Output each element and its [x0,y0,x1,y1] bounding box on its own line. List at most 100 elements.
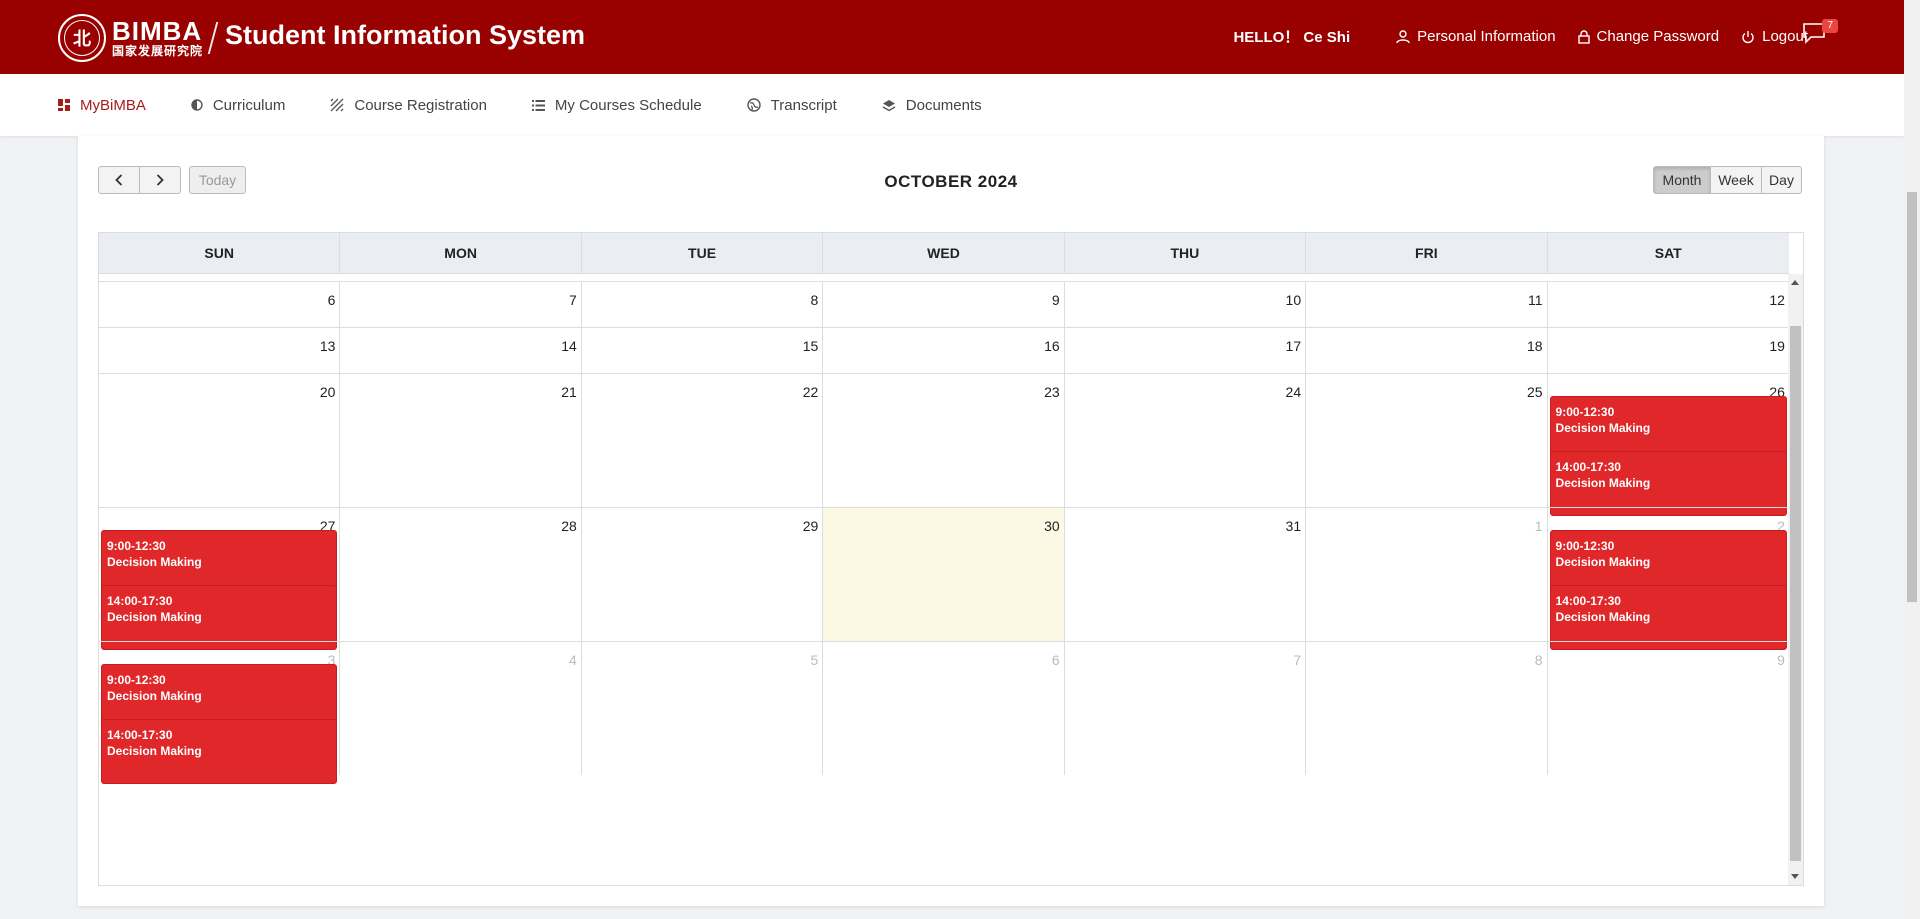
day-cell[interactable]: 16 [823,328,1065,373]
day-number: 28 [561,518,577,534]
day-cell[interactable]: 3 9:00-12:30 Decision Making 14:00-17:30 Dec… [99,642,341,784]
day-number: 19 [1769,338,1785,354]
week-row: 20 21 22 23 24 25 26 9:00-12:30 Decision Making 1… [99,373,1789,516]
nav-documents[interactable]: Documents [882,97,982,114]
dashboard-icon [58,99,70,111]
day-cell[interactable]: 20 [99,374,341,507]
day-number: 6 [327,292,336,308]
day-number: 10 [1285,292,1302,308]
day-cell[interactable]: 7 [1065,642,1307,775]
day-cell[interactable]: 7 [340,282,582,327]
month-grid: SUN MON TUE WED THU FRI SAT 6 7 8 9 10 11 12 13… [98,232,1804,886]
day-cell[interactable]: 18 [1306,328,1548,373]
day-number: 1 [1534,518,1543,534]
day-cell[interactable]: 30 [823,508,1065,641]
day-number: 12 [1769,292,1785,308]
day-cell[interactable]: 27 9:00-12:30 Decision Making 14:00-17:30 De… [99,508,341,650]
day-number: 13 [319,338,336,354]
brand-chinese-name: 国家发展研究院 [112,44,204,58]
day-cell[interactable]: 6 [823,642,1065,775]
day-cell[interactable]: 25 [1306,374,1548,507]
day-number: 14 [561,338,577,354]
event-title: Decision Making [1555,555,1651,569]
logout-link[interactable]: Logout [1741,28,1808,45]
dow-thu: THU [1065,233,1307,273]
nav-transcript[interactable]: Transcript [746,96,837,114]
dow-sun: SUN [99,233,341,273]
day-cell[interactable]: 24 [1065,374,1307,507]
nav-label: Curriculum [212,96,286,114]
day-number: 8 [810,292,819,308]
day-cell[interactable]: 6 [99,282,341,327]
day-cell[interactable]: 14 [340,328,582,373]
dow-tue: TUE [582,233,824,273]
day-cell[interactable]: 15 [582,328,824,373]
day-number: 17 [1285,338,1302,354]
calendar-scroll-thumb[interactable] [1790,326,1801,861]
day-cell[interactable]: 2 9:00-12:30 Decision Making 14:00-17:30 Dec… [1548,508,1789,650]
day-cell[interactable]: 19 [1548,328,1789,373]
day-number: 25 [1526,384,1543,400]
day-cell[interactable]: 1 [1306,508,1548,641]
day-number: 9 [1051,292,1060,308]
day-cell[interactable]: 26 9:00-12:30 Decision Making 14:00-17:30 De… [1548,374,1789,516]
day-cell[interactable]: 21 [340,374,582,507]
event-title: Decision Making [107,689,202,703]
day-number: 4 [569,652,577,668]
event-title: Decision Making [1555,476,1651,490]
day-number: 30 [1044,518,1060,534]
day-cell[interactable]: 29 [582,508,824,641]
scroll-down-arrow[interactable] [1791,874,1799,879]
day-number: 31 [1285,518,1302,534]
scroll-up-arrow[interactable] [1791,280,1799,285]
page-scroll-thumb[interactable] [1907,192,1917,602]
change-password-label: Change Password [1596,28,1720,45]
day-cell[interactable]: 31 [1065,508,1307,641]
day-cell[interactable]: 17 [1065,328,1307,373]
week-view-button[interactable]: Week [1710,166,1762,194]
top-header: 北 BIMBA 国家发展研究院 Student Information Syst… [0,0,1904,74]
week-row: 13 14 15 16 17 18 19 [99,327,1789,373]
day-cell[interactable]: 22 [582,374,824,507]
nav-curriculum[interactable]: Curriculum [191,96,286,114]
day-number: 5 [810,652,819,668]
event-title: Decision Making [1555,421,1651,435]
logo-seal: 北 [64,20,100,56]
user-menu: HELLO！ Ce Shi Personal Information Chang… [1233,26,1808,47]
day-cell[interactable]: 9 [823,282,1065,327]
calendar-scrollbar[interactable] [1788,274,1803,885]
change-password-link[interactable]: Change Password [1577,28,1720,45]
nav-my-courses-schedule[interactable]: My Courses Schedule [531,97,702,114]
week-row: 6 7 8 9 10 11 12 [99,281,1789,327]
day-number: 22 [802,384,819,400]
greeting: HELLO！ Ce Shi [1233,29,1351,46]
day-cell[interactable]: 5 [582,642,824,775]
power-icon [1742,30,1754,43]
day-cell[interactable]: 13 [99,328,341,373]
day-cell[interactable]: 8 [582,282,824,327]
system-title: Student Information System [225,20,586,50]
day-cell[interactable]: 11 [1306,282,1548,327]
day-cell[interactable]: 28 [340,508,582,641]
calendar-event[interactable]: 14:00-17:30 Decision Making [101,719,338,784]
day-cell[interactable]: 8 [1306,642,1548,775]
brand: BIMBA 国家发展研究院 [112,18,203,57]
day-number: 20 [319,384,336,400]
event-time: 14:00-17:30 [1555,594,1621,608]
day-cell[interactable]: 23 [823,374,1065,507]
nav-mybimba[interactable]: MyBiMBA [58,97,146,114]
day-number: 9 [1777,652,1785,668]
half-circle-icon [191,99,203,111]
day-cell[interactable]: 9 [1548,642,1789,775]
bimba-logo[interactable]: 北 [58,14,106,62]
day-cell[interactable]: 4 [340,642,582,775]
event-time: 14:00-17:30 [107,728,173,742]
day-cell[interactable]: 12 [1548,282,1789,327]
nav-label: Transcript [770,96,837,114]
day-cell[interactable]: 10 [1065,282,1307,327]
page-scrollbar[interactable] [1904,0,1920,919]
personal-information-link[interactable]: Personal Information [1396,28,1556,45]
month-view-button[interactable]: Month [1653,166,1711,194]
nav-course-registration[interactable]: Course Registration [330,97,487,114]
day-view-button[interactable]: Day [1761,166,1802,194]
